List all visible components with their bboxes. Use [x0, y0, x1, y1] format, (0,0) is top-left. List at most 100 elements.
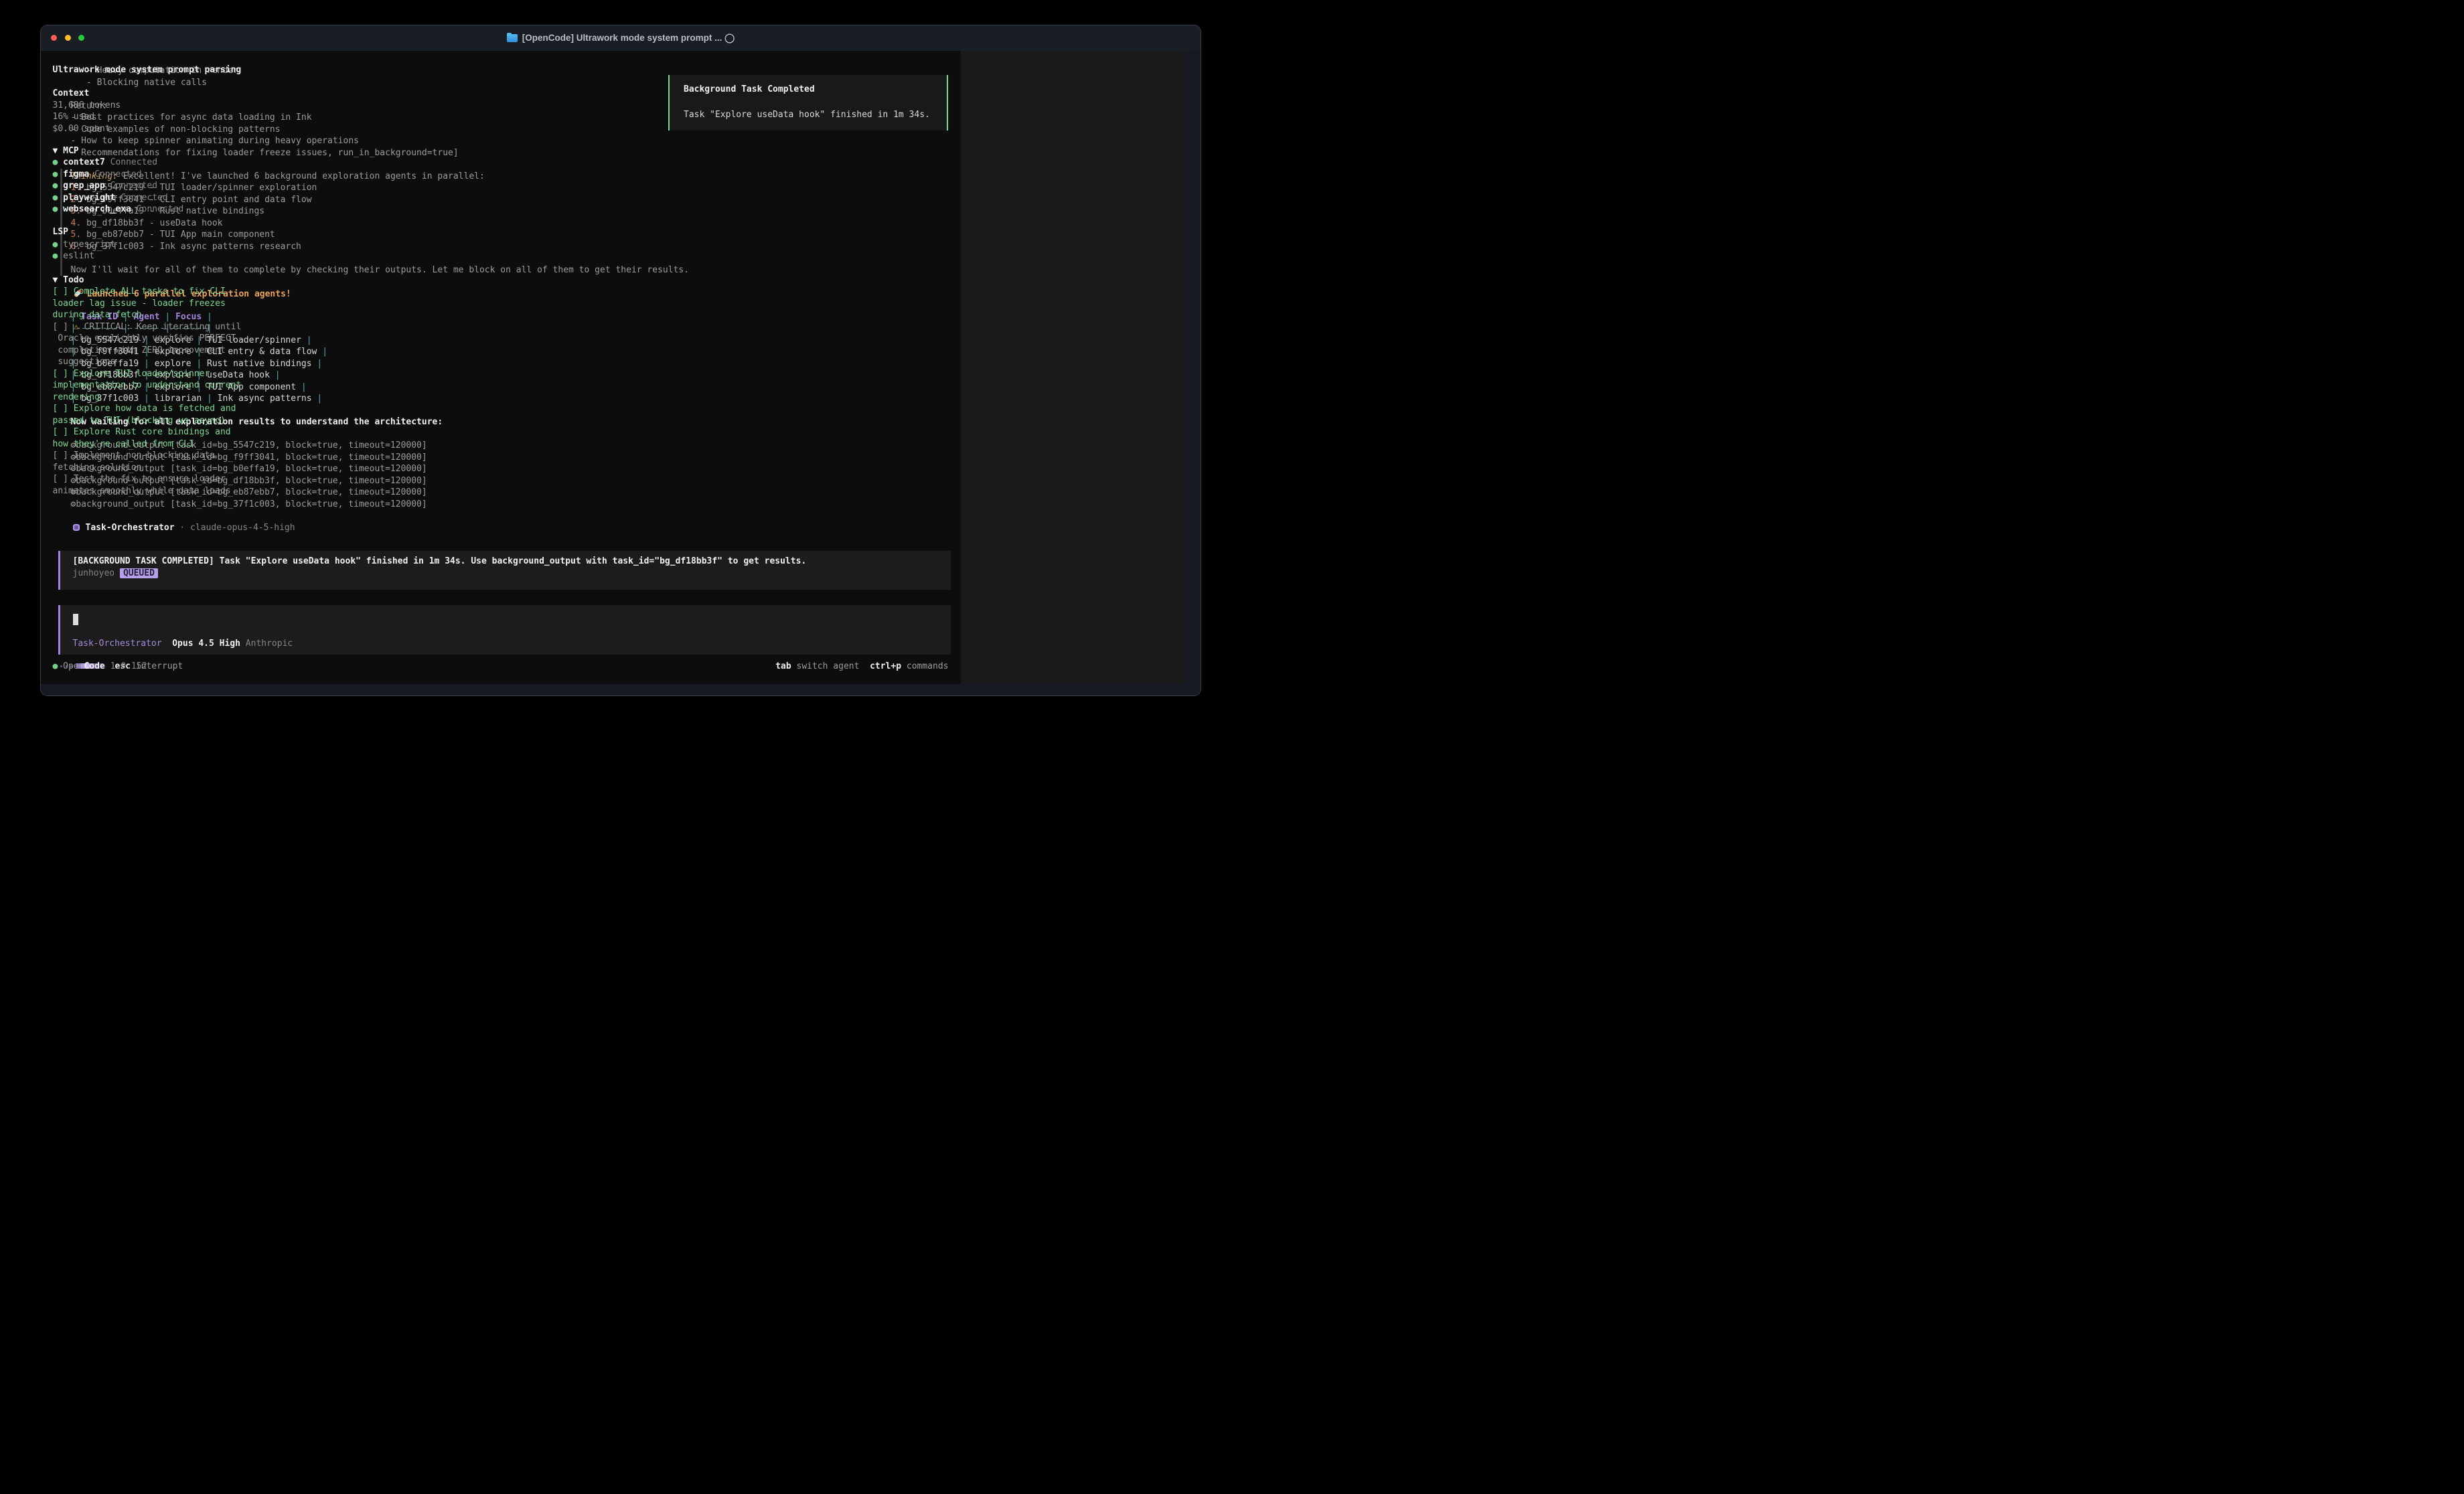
terminal-line: Task-Orchestrator · claude-opus-4-5-high: [73, 522, 295, 534]
text-run-g: bg_37f1c003 - Ink async patterns researc…: [86, 242, 301, 252]
text-run-g: Open: [63, 661, 84, 671]
text-run-wb: context7: [63, 157, 105, 167]
text-run-dim: Connected: [131, 204, 183, 214]
terminal-line: [BACKGROUND TASK COMPLETED] Task "Explor…: [73, 556, 807, 568]
terminal-line: LSP: [53, 226, 68, 238]
text-run-dim: Connected: [115, 193, 167, 203]
text-run-g: typescript: [63, 240, 115, 250]
text-run-gdot: ●: [53, 169, 64, 179]
terminal-line: Context: [53, 88, 90, 100]
text-run-dim: Connected: [105, 157, 157, 167]
terminal-line: implementation to understand current: [53, 380, 242, 392]
text-run-agentbox: [73, 524, 80, 531]
terminal-line: [ ] Explore Rust core bindings and: [53, 426, 231, 438]
terminal-line: - Blocking native calls: [71, 77, 208, 89]
prompt-input-block[interactable]: Task-Orchestrator Opus 4.5 High Anthropi…: [58, 605, 951, 655]
text-run-grn: [ ] Complete ALL tasks to fix CLI: [53, 286, 226, 297]
terminal-line: ● figma Connected: [53, 169, 142, 181]
text-run-wb: figma: [63, 169, 89, 179]
text-run-g: background_output [task_id=bg_37f1c003, …: [76, 499, 427, 509]
text-run-dim: Connected: [89, 169, 141, 179]
folder-icon: [507, 34, 518, 42]
text-run-g: commands: [901, 661, 948, 671]
text-run-grn: passed to TUI (blocking vs async): [53, 416, 226, 426]
text-run-wb: websearch_exa: [63, 204, 131, 214]
text-run-wb: Ultrawork mode system prompt parsing: [53, 65, 242, 75]
text-run-g: [ ]: [53, 322, 74, 332]
text-run-g: Now I'll wait for all of them to complet…: [71, 265, 690, 275]
text-run-pur: Focus: [175, 312, 202, 322]
terminal-line: ● websearch_exa Connected: [53, 203, 184, 216]
notification-toast[interactable]: Background Task Completed Task "Explore …: [668, 75, 948, 131]
text-run-g: 16% used: [53, 112, 95, 122]
window-bottom-chrome: [41, 684, 1201, 696]
terminal-line: [ ] Implement non-blocking data: [53, 450, 216, 462]
text-run-grn: [ ] Explore how data is fetched and: [53, 404, 236, 414]
terminal-line: [ ] Complete ALL tasks to fix CLI: [53, 286, 226, 298]
text-run-gdot: ●: [53, 204, 64, 214]
text-run-cy: |: [139, 394, 154, 404]
text-run-g: - Best practices for async data loading …: [71, 112, 312, 122]
text-run-wb: ▼ Todo: [53, 275, 84, 285]
terminal-line: junhoyeo QUEUED: [73, 568, 158, 580]
text-run-grn: loader lag issue - loader freezes: [53, 299, 226, 309]
terminal-line: ● typescript: [53, 239, 116, 251]
text-run-g: eslint: [63, 251, 94, 261]
text-run-warn: ⚠: [74, 322, 84, 332]
text-run-wb: [BACKGROUND TASK COMPLETED] Task "Explor…: [73, 556, 807, 566]
terminal-line: [ ] Explore how data is fetched and: [53, 403, 236, 415]
text-run-g: Oracle explicitly verifies PERFECT: [53, 333, 236, 343]
text-run-g: switch agent: [791, 661, 870, 671]
close-button[interactable]: [51, 35, 57, 41]
window-right-padding: [1186, 51, 1201, 684]
text-run-g: [ ] Implement non-blocking data: [53, 450, 216, 461]
terminal-line: how they're called from CLI: [53, 438, 194, 450]
terminal-line: ● context7 Connected: [53, 157, 158, 169]
text-run-grn: [ ] Explore TUI loader/spinner: [53, 369, 210, 379]
terminal-line: ▼ MCP: [53, 145, 79, 157]
text-run-gdot: ●: [53, 661, 64, 671]
text-run-wb: Code: [84, 661, 104, 671]
terminal-line: ● eslint: [53, 250, 95, 262]
text-run-gdot: ●: [53, 157, 64, 167]
terminal-line: ▼ Todo: [53, 274, 84, 286]
text-run-cy: |: [312, 359, 323, 369]
keybinding-hints: tab switch agent ctrl+p commands: [775, 661, 948, 673]
notification-title: Background Task Completed: [684, 84, 815, 96]
text-run-g: fetching solution: [53, 463, 142, 473]
text-run-cy: |: [301, 335, 312, 345]
terminal-line: ⚙background_output [task_id=bg_37f1c003,…: [71, 499, 427, 511]
text-run-dim: Connected: [105, 181, 157, 191]
zoom-button[interactable]: [78, 35, 84, 41]
minimize-button[interactable]: [65, 35, 71, 41]
terminal-line: suggestions: [53, 356, 116, 368]
text-run-cy: |: [139, 359, 154, 369]
text-run-grn: how they're called from CLI: [53, 439, 194, 449]
text-run-g: - Blocking native calls: [71, 78, 208, 88]
text-run-wb: Task-Orchestrator: [86, 523, 175, 533]
text-run-grn: during data fetch: [53, 310, 142, 320]
text-run-g: animates smoothly while data loads: [53, 486, 231, 496]
terminal-line: 4. bg_df18bb3f - useData hook: [71, 218, 223, 230]
terminal-line: - How to keep spinner animating during h…: [71, 135, 359, 147]
text-run-wb: grep_app: [63, 181, 105, 191]
terminal-line: ● OpenCode 1.0.152: [53, 661, 147, 673]
text-run-dim: Anthropic: [240, 639, 293, 649]
terminal-line: $0.00 spent: [53, 123, 110, 135]
text-run-cy: |: [191, 359, 207, 369]
text-run-w: [162, 639, 173, 649]
text-run-cy: |: [202, 394, 217, 404]
text-run-num: 4.: [71, 218, 86, 228]
text-run-g: CRITICAL: Keep iterating until: [84, 322, 241, 332]
text-run-cy: |: [160, 312, 175, 322]
terminal-line: loader lag issue - loader freezes: [53, 298, 226, 310]
text-run-g: [ ] Test the fix to ensure loader: [53, 474, 226, 484]
terminal-line: Oracle explicitly verifies PERFECT: [53, 333, 236, 345]
titlebar[interactable]: [OpenCode] Ultrawork mode system prompt …: [41, 25, 1201, 51]
text-run-wb: playwright: [63, 193, 115, 203]
text-run-g: $0.00 spent: [53, 124, 110, 134]
text-run-cy: |: [270, 370, 281, 380]
text-run-w: useData hook: [207, 370, 270, 380]
terminal-line: during data fetch: [53, 309, 142, 321]
text-run-dim: 1.0.152: [105, 661, 147, 671]
